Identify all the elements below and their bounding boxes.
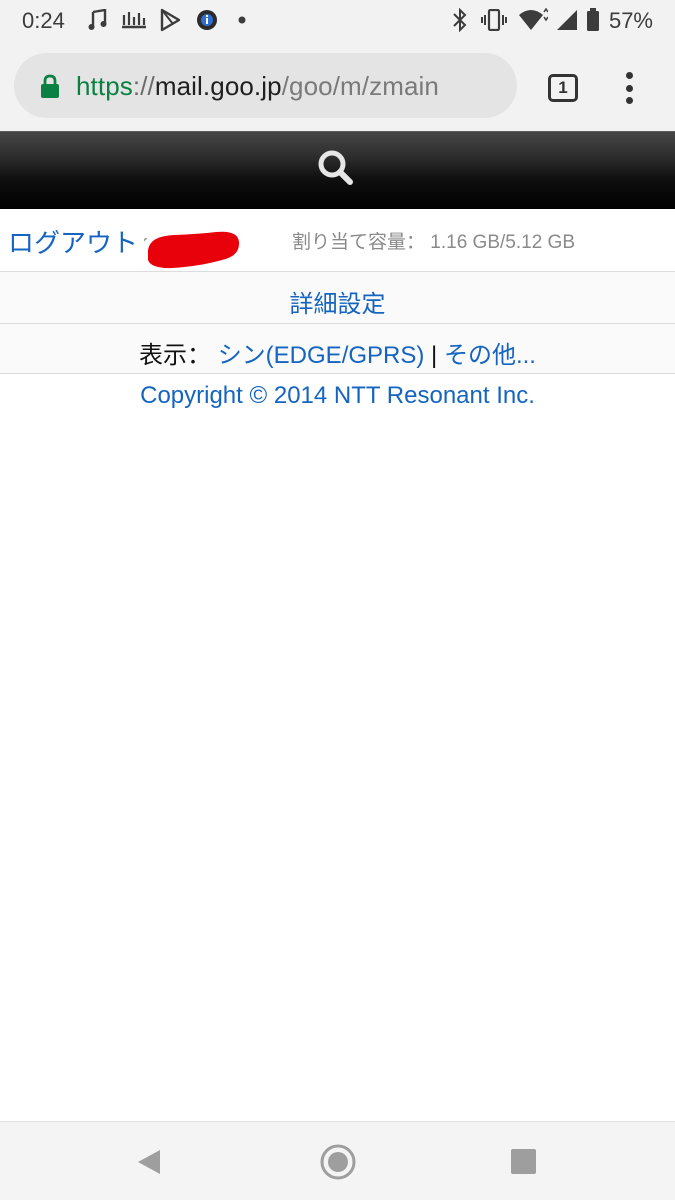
play-store-icon [158, 8, 182, 32]
advanced-settings-link[interactable]: 詳細設定 [290, 284, 386, 319]
display-mode-line: 表示： シン(EDGE/GPRS) | その他... [139, 335, 536, 370]
url-separator: :// [132, 71, 155, 101]
media-app-icon [120, 8, 148, 32]
account-row: ログアウト 割り当て容量： 1.16 GB/5.12 GB [0, 209, 675, 271]
other-modes-link[interactable]: その他... [444, 342, 536, 369]
home-icon[interactable] [319, 1143, 357, 1181]
quota-info: 割り当て容量： 1.16 GB/5.12 GB [292, 227, 575, 254]
bluetooth-icon [450, 8, 470, 32]
menu-dot [625, 84, 633, 92]
quota-value: 1.16 GB/5.12 GB [430, 232, 575, 253]
search-icon[interactable] [312, 144, 358, 190]
menu-dot [625, 97, 633, 104]
thin-mode-link[interactable]: シン(EDGE/GPRS) [218, 342, 425, 369]
display-mode-row: 表示： シン(EDGE/GPRS) | その他... [0, 324, 675, 374]
music-note-icon [88, 8, 108, 32]
copyright-link[interactable]: Copyright © 2014 NTT Resonant Inc. [0, 382, 675, 410]
info-icon [196, 8, 218, 32]
url-path: /goo/m/zmain [281, 71, 439, 101]
menu-dot [625, 72, 633, 79]
vibrate-icon [480, 8, 508, 32]
redaction-mark [143, 226, 242, 272]
url-bar[interactable]: https://mail.goo.jp/goo/m/zmain [14, 53, 517, 118]
signal-icon [556, 8, 578, 32]
display-separator: | [424, 342, 444, 369]
wifi-icon [518, 8, 548, 32]
url-host: mail.goo.jp [154, 71, 282, 101]
recents-icon[interactable] [511, 1149, 536, 1174]
logout-link[interactable]: ログアウト [8, 223, 138, 260]
dot-icon [237, 8, 247, 32]
site-header [0, 131, 675, 209]
quota-label: 割り当て容量： [292, 232, 426, 253]
status-bar: 0:24 57% [0, 0, 675, 42]
tab-switcher-button[interactable]: 1 [548, 74, 578, 102]
browser-toolbar: https://mail.goo.jp/goo/m/zmain 1 [0, 42, 675, 131]
url-text[interactable]: https://mail.goo.jp/goo/m/zmain [76, 71, 439, 102]
settings-row: 詳細設定 [0, 271, 675, 324]
overflow-menu-button[interactable] [616, 68, 642, 108]
url-scheme: https [76, 71, 133, 101]
display-label: 表示： [139, 342, 212, 369]
navigation-bar [0, 1121, 675, 1200]
battery-percent: 57% [608, 8, 653, 33]
back-icon[interactable] [136, 1148, 162, 1176]
status-time: 0:24 [22, 8, 65, 33]
battery-icon [586, 8, 600, 32]
lock-icon[interactable] [40, 74, 60, 98]
